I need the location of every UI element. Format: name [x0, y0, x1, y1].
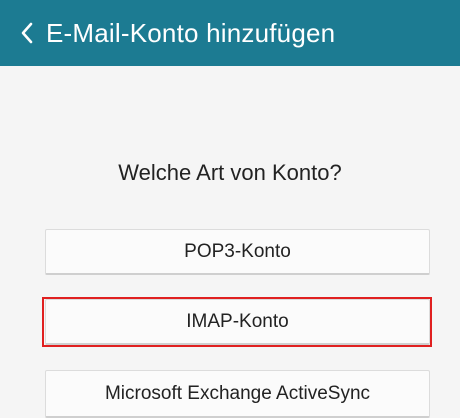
back-button[interactable]	[0, 0, 34, 66]
account-type-content: Welche Art von Konto? POP3-Konto IMAP-Ko…	[0, 66, 460, 418]
account-type-question: Welche Art von Konto?	[118, 160, 342, 185]
chevron-left-icon	[20, 22, 34, 44]
pop3-account-button[interactable]: POP3-Konto	[45, 229, 430, 275]
imap-account-button[interactable]: IMAP-Konto	[45, 299, 430, 345]
page-title: E-Mail-Konto hinzufügen	[46, 17, 336, 48]
exchange-activesync-button[interactable]: Microsoft Exchange ActiveSync	[45, 370, 430, 418]
app-bar: E-Mail-Konto hinzufügen	[0, 0, 460, 66]
